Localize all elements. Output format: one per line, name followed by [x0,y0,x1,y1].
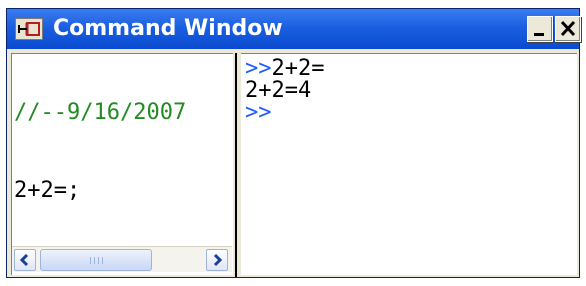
close-button[interactable] [555,16,581,42]
minimize-icon [534,33,544,36]
command-history-pane[interactable]: //--9/16/2007 2+2=; [11,53,233,275]
pin-dock-icon[interactable] [15,18,43,40]
arrow-right-icon [213,253,223,267]
arrow-left-icon [19,253,29,267]
console-line: 2+2=4 [245,80,311,102]
console-pane[interactable]: >>2+2= 2+2=4 >> [241,53,577,275]
history-comment: //--9/16/2007 [14,100,187,125]
command-window: Command Window //--9/16/2007 2+2=; >>2+2… [6,8,581,278]
history-command[interactable]: 2+2=; [14,180,80,202]
pane-splitter[interactable] [233,53,241,277]
console-line: >>2+2= [245,58,324,80]
scroll-thumb[interactable] [40,249,152,271]
console-line[interactable]: >> [245,102,272,124]
minimize-button[interactable] [527,16,553,42]
close-icon [560,20,576,37]
horizontal-scrollbar[interactable] [12,246,232,272]
console-prompt: >> [245,100,272,125]
scroll-right-button[interactable] [206,249,228,271]
window-title: Command Window [53,16,283,41]
scroll-left-button[interactable] [14,249,36,271]
title-bar[interactable]: Command Window [7,9,581,49]
